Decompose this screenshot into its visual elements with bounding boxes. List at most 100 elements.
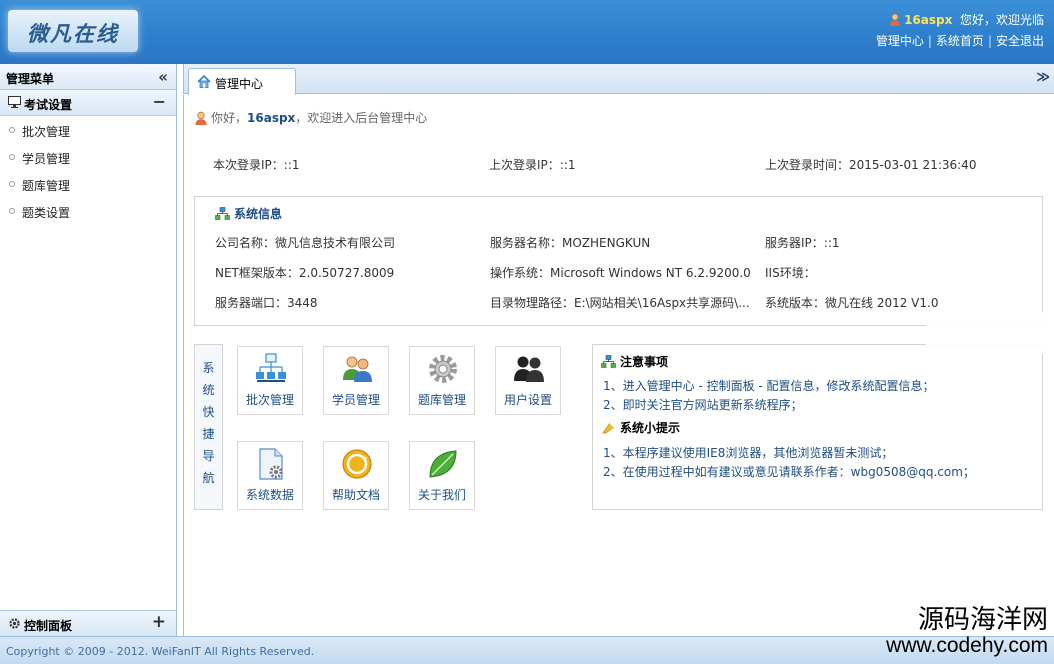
welcome-prefix: 你好， — [211, 111, 248, 125]
help-refresh-icon — [342, 449, 372, 479]
quick-button-label: 系统数据 — [245, 488, 294, 502]
lightbulb-icon — [602, 422, 615, 434]
quick-students-button[interactable]: 学员管理 — [323, 346, 389, 415]
header-username: 16aspx — [904, 13, 953, 27]
tips-header: 系统小提示 — [601, 419, 680, 436]
quick-about-button[interactable]: 关于我们 — [409, 441, 475, 510]
quick-nav-char: 导 — [202, 449, 215, 463]
quick-button-label: 学员管理 — [331, 393, 380, 407]
sidebar-item-label: 题库管理 — [22, 179, 71, 193]
monitor-icon — [8, 96, 21, 108]
system-info-panel: 系统信息 公司名称：微凡信息技术有限公司 服务器名称：MOZHENGKUN 服务… — [194, 196, 1043, 326]
watermark-line1: 源码海洋网 — [917, 605, 1048, 635]
copyright-text: Copyright © 2009 - 2012. WeiFanIT All Ri… — [6, 645, 315, 658]
home-icon — [197, 75, 211, 88]
tab-menu-chevron-icon[interactable]: ≫ — [1036, 70, 1050, 85]
link-home[interactable]: 系统首页 — [936, 34, 984, 48]
sidebar-group-label: 考试设置 — [24, 98, 73, 112]
divider: | — [987, 34, 992, 48]
server-name: 服务器名称：MOZHENGKUN — [490, 236, 651, 250]
sidebar-item-question-bank[interactable]: 题库管理 — [0, 170, 176, 197]
physical-path: 目录物理路径：E:\网站相关\16Aspx共享源码\... — [490, 296, 750, 310]
collapse-sidebar-icon[interactable]: « — [158, 68, 168, 86]
operating-system: 操作系统：Microsoft Windows NT 6.2.9200.0 — [490, 266, 751, 280]
notice-item: 2、即时关注官方网站更新系统程序； — [603, 398, 803, 412]
sidebar-item-question-types[interactable]: 题类设置 — [0, 197, 176, 224]
link-logout[interactable]: 安全退出 — [996, 34, 1044, 48]
leaf-icon — [429, 450, 457, 478]
tip-item: 2、在使用过程中如有建议或意见请联系作者：wbg0508@qq.com； — [603, 465, 975, 479]
quick-nav-char: 统 — [202, 383, 215, 397]
server-ip: 服务器IP：::1 — [765, 236, 840, 250]
quick-help-button[interactable]: 帮助文档 — [323, 441, 389, 510]
header-greeting: 您好，欢迎光临 — [959, 13, 1044, 27]
sidebar-group-exam-settings[interactable]: 考试设置 − — [0, 90, 176, 116]
sidebar-item-label: 题类设置 — [22, 206, 71, 220]
watermark-line2: www.codehy.com — [886, 634, 1048, 657]
tab-bar: 管理中心 ≫ — [183, 64, 1054, 95]
bullet-icon — [9, 127, 15, 133]
server-port: 服务器端口：3448 — [215, 296, 318, 310]
tip-item: 1、本程序建议使用IE8浏览器，其他浏览器暂未测试； — [603, 446, 894, 460]
control-panel-label: 控制面板 — [24, 619, 73, 633]
sidebar-item-label: 学员管理 — [22, 152, 71, 166]
system-info-title: 系统信息 — [234, 207, 283, 221]
this-login-ip: 本次登录IP：::1 — [213, 158, 300, 172]
quick-button-label: 题库管理 — [417, 393, 466, 407]
group-collapse-icon[interactable]: − — [153, 92, 166, 111]
watermark: 源码海洋网 www.codehy.com — [886, 606, 1048, 658]
overlay-patch — [926, 312, 1054, 354]
top-header: 微凡在线 16aspx 您好，欢迎光临 管理中心 | 系统首页 | 安全退出 — [0, 0, 1054, 64]
quick-user-settings-button[interactable]: 用户设置 — [495, 346, 561, 415]
last-login-time: 上次登录时间：2015-03-01 21:36:40 — [765, 158, 977, 172]
logo[interactable]: 微凡在线 — [8, 10, 138, 52]
quick-nav-char: 快 — [202, 405, 215, 419]
welcome-suffix: ，欢迎进入后台管理中心 — [295, 111, 428, 125]
gear-icon — [9, 618, 20, 629]
user-icon — [195, 111, 207, 125]
bullet-icon — [9, 208, 15, 214]
quick-nav-char: 航 — [202, 471, 215, 485]
sidebar-item-students[interactable]: 学员管理 — [0, 143, 176, 170]
quick-nav-char: 系 — [202, 361, 215, 375]
quick-button-label: 用户设置 — [503, 393, 552, 407]
net-version: NET框架版本：2.0.50727.8009 — [215, 266, 395, 280]
greeting-area: 16aspx 您好，欢迎光临 — [889, 11, 1044, 28]
quick-question-bank-button[interactable]: 题库管理 — [409, 346, 475, 415]
notice-panel: 注意事项 1、进入管理中心 - 控制面板 - 配置信息，修改系统配置信息； 2、… — [592, 344, 1043, 510]
document-gear-icon — [259, 448, 283, 480]
quick-button-label: 帮助文档 — [331, 488, 380, 502]
main-content: 你好，16aspx，欢迎进入后台管理中心 本次登录IP：::1 上次登录IP：:… — [183, 95, 1054, 636]
bullet-icon — [9, 181, 15, 187]
expand-icon[interactable]: + — [152, 612, 166, 632]
sidebar-control-panel[interactable]: 控制面板 + — [0, 610, 176, 636]
gear-icon — [429, 355, 457, 383]
tips-title: 系统小提示 — [620, 421, 681, 435]
welcome-message: 你好，16aspx，欢迎进入后台管理中心 — [194, 109, 427, 126]
users-icon — [343, 356, 372, 382]
sidebar: 管理菜单 « 考试设置 − 批次管理 学员管理 题库管理 题类设置 控制面板 + — [0, 64, 177, 636]
notice-header: 注意事项 — [601, 353, 668, 370]
network-icon — [601, 355, 616, 368]
notice-title: 注意事项 — [620, 355, 669, 369]
top-links: 管理中心 | 系统首页 | 安全退出 — [876, 32, 1044, 49]
iis-environment: IIS环境： — [765, 266, 816, 280]
quick-button-label: 批次管理 — [245, 393, 294, 407]
tab-admin-center[interactable]: 管理中心 — [188, 68, 296, 95]
logo-text: 微凡在线 — [27, 21, 119, 46]
quick-system-data-button[interactable]: 系统数据 — [237, 441, 303, 510]
sidebar-title: 管理菜单 — [6, 72, 55, 86]
notice-item: 1、进入管理中心 - 控制面板 - 配置信息，修改系统配置信息； — [603, 379, 935, 393]
quick-button-label: 关于我们 — [417, 488, 466, 502]
quick-nav-title: 系 统 快 捷 导 航 — [194, 344, 223, 510]
bullet-icon — [9, 154, 15, 160]
link-admin-center[interactable]: 管理中心 — [876, 34, 924, 48]
quick-batch-button[interactable]: 批次管理 — [237, 346, 303, 415]
last-login-ip: 上次登录IP：::1 — [489, 158, 576, 172]
divider: | — [927, 34, 932, 48]
user-icon — [890, 13, 901, 26]
welcome-username: 16aspx — [247, 111, 296, 125]
org-chart-icon — [256, 353, 286, 382]
sidebar-item-batch[interactable]: 批次管理 — [0, 116, 176, 143]
sidebar-item-label: 批次管理 — [22, 125, 71, 139]
